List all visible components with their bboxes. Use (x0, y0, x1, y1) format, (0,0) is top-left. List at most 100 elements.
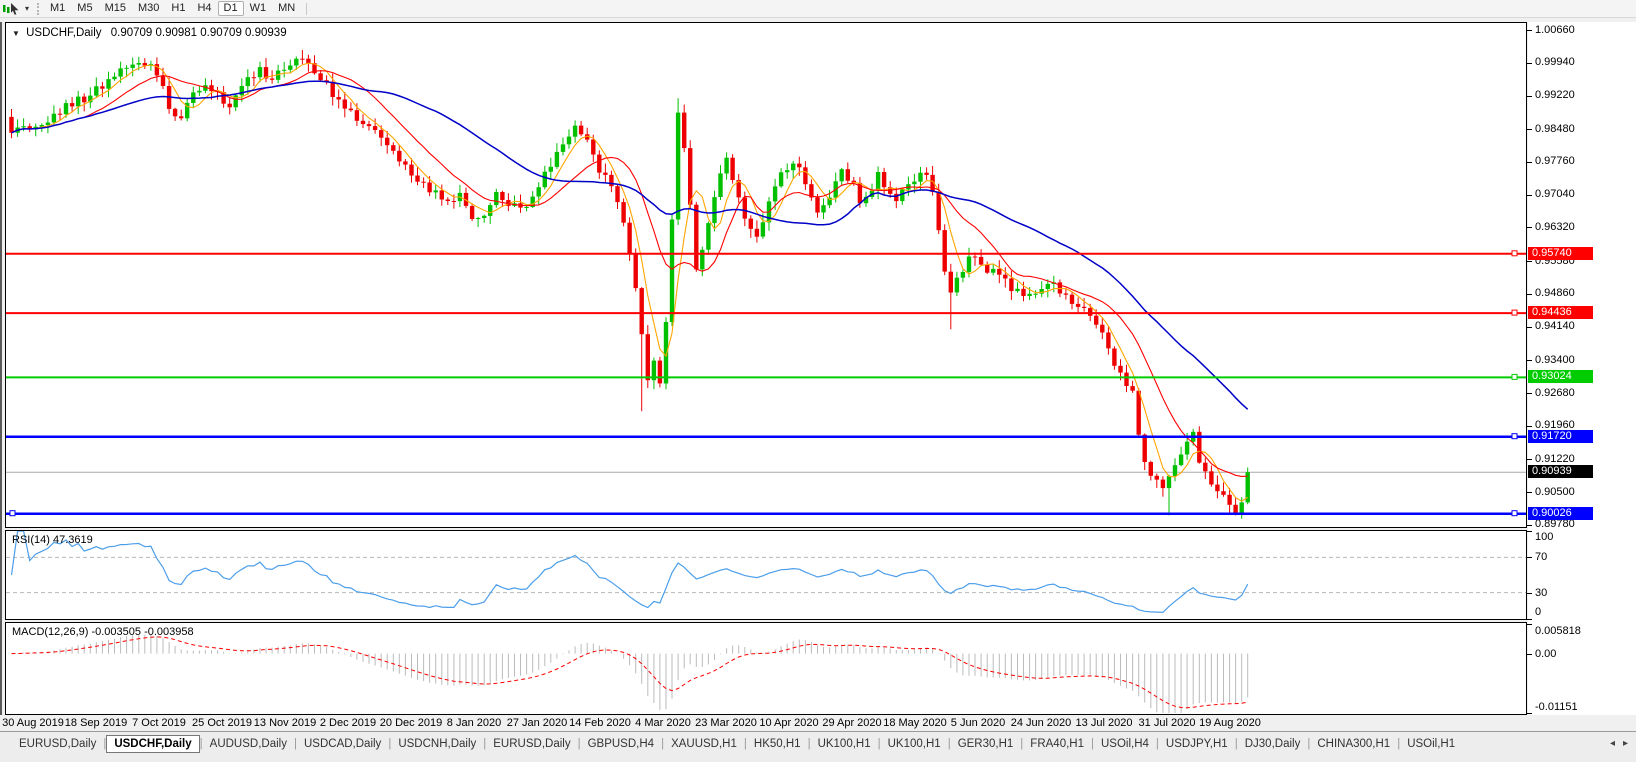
macd-tick-label: 0.005818 (1535, 625, 1581, 637)
price-tick-label: 0.96320 (1535, 221, 1575, 233)
toolbar-grip (37, 3, 39, 15)
price-tick-label: 0.90500 (1535, 486, 1575, 498)
rsi-panel[interactable]: RSI(14) 47.3619 (5, 530, 1527, 620)
price-axis-tick (1527, 360, 1532, 361)
price-axis-tick (1527, 393, 1532, 394)
rsi-chart[interactable] (6, 531, 1526, 619)
chart-tab-eurusd-daily[interactable]: EURUSD,Daily (12, 735, 103, 753)
chart-tab-usoil-h1[interactable]: USOil,H1 (1400, 735, 1462, 753)
price-axis-tick (1527, 459, 1532, 460)
price-axis-tick (1527, 426, 1532, 427)
tab-scroll-right-icon[interactable]: ▸ (1619, 735, 1632, 752)
rsi-label: RSI(14) 47.3619 (12, 534, 93, 546)
date-label: 23 Mar 2020 (695, 717, 757, 729)
timeframe-button-M30[interactable]: M30 (132, 1, 165, 16)
date-label: 24 Jun 2020 (1011, 717, 1072, 729)
timeframe-button-M15[interactable]: M15 (99, 1, 132, 16)
chart-tab-xauusd-h1[interactable]: XAUUSD,H1 (664, 735, 744, 753)
price-tick-label: 0.94860 (1535, 287, 1575, 299)
chart-tab-china300-h1[interactable]: CHINA300,H1 (1310, 735, 1397, 753)
macd-axis-tick (1527, 624, 1532, 625)
price-tick-label: 0.94140 (1535, 320, 1575, 332)
ohlc-values: 0.90709 0.90981 0.90709 0.90939 (111, 27, 287, 39)
date-label: 27 Jan 2020 (507, 717, 568, 729)
date-label: 8 Jan 2020 (447, 717, 501, 729)
chart-tab-usdcad-daily[interactable]: USDCAD,Daily (297, 735, 388, 753)
timeframe-button-H4[interactable]: H4 (191, 1, 217, 16)
tab-scroll-left-icon[interactable]: ◂ (1606, 735, 1619, 752)
price-tick-label: 0.98480 (1535, 123, 1575, 135)
rsi-axis-tick (1527, 619, 1532, 620)
chart-title: ▼ USDCHF,Daily 0.90709 0.90981 0.90709 0… (12, 27, 287, 39)
rsi-axis-tick (1527, 531, 1532, 532)
chart-tab-gbpusd-h4[interactable]: GBPUSD,H4 (581, 735, 661, 753)
hline-price-label: 0.90026 (1528, 507, 1593, 520)
chart-tab-usdcnh-daily[interactable]: USDCNH,Daily (391, 735, 483, 753)
chart-tab-eurusd-daily[interactable]: EURUSD,Daily (486, 735, 577, 753)
timeframe-button-MN[interactable]: MN (272, 1, 301, 16)
date-label: 13 Jul 2020 (1076, 717, 1133, 729)
rsi-tick-label: 70 (1535, 551, 1547, 563)
price-tick-label: 0.93400 (1535, 354, 1575, 366)
chart-tab-dj30-daily[interactable]: DJ30,Daily (1238, 735, 1308, 753)
chart-tab-hk50-h1[interactable]: HK50,H1 (747, 735, 808, 753)
timeframe-button-M5[interactable]: M5 (71, 1, 98, 16)
date-label: 30 Aug 2019 (2, 717, 64, 729)
date-label: 10 Apr 2020 (759, 717, 818, 729)
date-label: 25 Oct 2019 (192, 717, 252, 729)
price-tick-label: 1.00660 (1535, 24, 1575, 36)
macd-tick-label: 0.00 (1535, 648, 1556, 660)
chart-tab-usoil-h4[interactable]: USOil,H4 (1094, 735, 1156, 753)
timeframe-button-W1[interactable]: W1 (244, 1, 273, 16)
price-tick-label: 0.97760 (1535, 155, 1575, 167)
collapse-triangle-icon[interactable]: ▼ (12, 29, 20, 38)
rsi-axis-tick (1527, 593, 1532, 594)
macd-tick-label: -0.01151 (1535, 701, 1578, 713)
price-axis-tick (1527, 492, 1532, 493)
date-label: 13 Nov 2019 (254, 717, 316, 729)
chart-tab-audusd-daily[interactable]: AUDUSD,Daily (203, 735, 294, 753)
price-tick-label: 0.97040 (1535, 188, 1575, 200)
symbol-period-label: USDCHF,Daily (26, 27, 101, 39)
price-tick-label: 0.91220 (1535, 453, 1575, 465)
date-label: 29 Apr 2020 (822, 717, 881, 729)
macd-label: MACD(12,26,9) -0.003505 -0.003958 (12, 626, 194, 638)
chart-tab-uk100-h1[interactable]: UK100,H1 (811, 735, 878, 753)
price-chart-panel[interactable]: ▼ USDCHF,Daily 0.90709 0.90981 0.90709 0… (5, 22, 1527, 528)
price-axis-tick (1527, 327, 1532, 328)
toolbar: ▾ M1M5M15M30H1H4D1W1MN (0, 0, 1636, 18)
candlestick-chart[interactable] (6, 23, 1526, 527)
timeframe-button-M1[interactable]: M1 (44, 1, 71, 16)
timeframe-button-H1[interactable]: H1 (165, 1, 191, 16)
hline-price-label: 0.94436 (1528, 306, 1593, 319)
chart-tabs: EURUSD,Daily|USDCHF,Daily|AUDUSD,Daily|U… (0, 731, 1636, 762)
chart-tab-uk100-h1[interactable]: UK100,H1 (881, 735, 948, 753)
timeframe-button-D1[interactable]: D1 (218, 1, 244, 16)
date-label: 4 Mar 2020 (635, 717, 691, 729)
chart-tab-usdchf-daily[interactable]: USDCHF,Daily (106, 735, 199, 753)
date-label: 5 Jun 2020 (951, 717, 1005, 729)
price-axis-tick (1527, 63, 1532, 64)
macd-chart[interactable] (6, 623, 1526, 714)
chart-tab-fra40-h1[interactable]: FRA40,H1 (1023, 735, 1091, 753)
rsi-axis-tick (1527, 557, 1532, 558)
dropdown-caret-icon[interactable]: ▾ (22, 4, 32, 13)
macd-axis-tick (1527, 713, 1532, 714)
price-axis-tick (1527, 195, 1532, 196)
macd-panel[interactable]: MACD(12,26,9) -0.003505 -0.003958 (5, 622, 1527, 715)
hline-price-label: 0.95740 (1528, 247, 1593, 260)
cursor-chart-icon[interactable] (2, 2, 22, 16)
date-label: 2 Dec 2019 (320, 717, 376, 729)
price-tick-label: 0.92680 (1535, 387, 1575, 399)
date-label: 18 May 2020 (883, 717, 947, 729)
current-price-label: 0.90939 (1528, 465, 1593, 478)
tab-scroll-arrows: ◂▸ (1606, 735, 1632, 752)
rsi-tick-label: 0 (1535, 606, 1541, 618)
mt4-window: ▾ M1M5M15M30H1H4D1W1MN ▼ USDCHF,Daily 0.… (0, 0, 1636, 762)
price-axis-tick (1527, 129, 1532, 130)
rsi-tick-label: 100 (1535, 531, 1553, 543)
price-axis-tick (1527, 162, 1532, 163)
chart-tab-ger30-h1[interactable]: GER30,H1 (951, 735, 1021, 753)
toolbar-separator (306, 3, 307, 15)
chart-tab-usdjpy-h1[interactable]: USDJPY,H1 (1159, 735, 1235, 753)
